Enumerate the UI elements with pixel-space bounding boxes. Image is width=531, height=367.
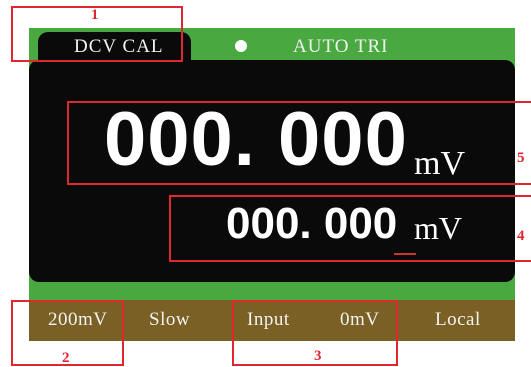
callout-number-4: 4	[517, 228, 525, 244]
trigger-indicator-icon	[235, 40, 247, 52]
callout-number-2: 2	[62, 350, 70, 366]
callout-number-5: 5	[517, 150, 525, 166]
callout-box-4	[169, 195, 531, 262]
speed-softkey[interactable]: Slow	[149, 310, 190, 329]
callout-box-5	[67, 101, 531, 185]
callout-number-1: 1	[91, 7, 99, 23]
trigger-label: AUTO TRI	[293, 36, 389, 57]
callout-number-3: 3	[314, 348, 322, 364]
local-softkey[interactable]: Local	[435, 310, 481, 329]
